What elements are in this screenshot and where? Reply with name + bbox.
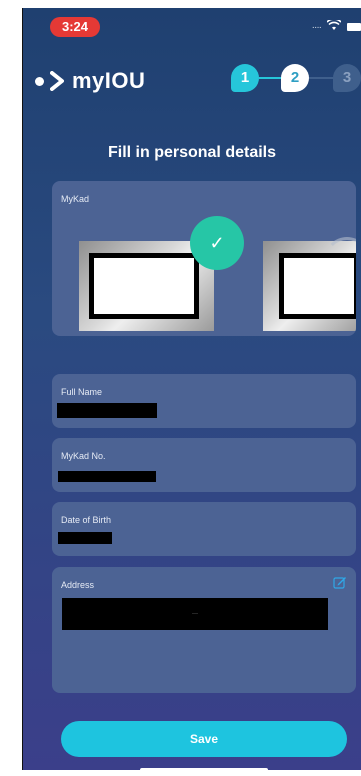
mykad-number-label: MyKad No. xyxy=(61,451,106,461)
full-name-redacted-value xyxy=(57,403,157,418)
brand-name: myIOU xyxy=(72,68,146,93)
address-label: Address xyxy=(61,580,95,590)
mykad-number-redacted-value xyxy=(58,471,156,482)
signal-icon: ···· xyxy=(311,21,322,33)
page-title: Fill in personal details xyxy=(107,144,277,161)
battery-icon xyxy=(347,23,361,31)
mykad-front-redaction xyxy=(89,253,199,319)
date-of-birth-redacted-value xyxy=(58,532,112,544)
logo-chevron-icon xyxy=(50,71,64,91)
wifi-icon xyxy=(326,18,342,34)
address-field[interactable]: Address — xyxy=(52,567,356,693)
status-bar: 3:24 ···· xyxy=(23,8,361,42)
full-name-field[interactable]: Full Name xyxy=(52,374,356,428)
mykad-card: MyKad ✓ xyxy=(52,181,356,336)
address-redacted-value: — xyxy=(62,598,328,630)
step-3: 3 xyxy=(333,64,361,92)
brand-logo: myIOU xyxy=(35,68,145,94)
mykad-number-field[interactable]: MyKad No. xyxy=(52,438,356,492)
mykad-label: MyKad xyxy=(61,194,90,204)
logo-dot-icon xyxy=(35,76,44,86)
date-of-birth-label: Date of Birth xyxy=(61,515,112,525)
status-icons: ···· xyxy=(311,18,361,34)
status-time: 3:24 xyxy=(50,17,100,37)
full-name-label: Full Name xyxy=(61,387,103,397)
step-connector-1 xyxy=(259,77,281,79)
progress-stepper: 1 2 3 xyxy=(231,64,361,100)
edit-icon[interactable] xyxy=(333,575,347,589)
step-2: 2 xyxy=(281,64,309,92)
check-icon: ✓ xyxy=(190,216,244,270)
home-indicator[interactable] xyxy=(140,768,268,770)
step-1: 1 xyxy=(231,64,259,92)
step-connector-2 xyxy=(309,77,333,79)
date-of-birth-field[interactable]: Date of Birth xyxy=(52,502,356,556)
app-screen: 3:24 ···· myIOU 1 2 3 Fill in personal d… xyxy=(23,8,361,770)
save-button[interactable]: Save xyxy=(61,721,347,757)
